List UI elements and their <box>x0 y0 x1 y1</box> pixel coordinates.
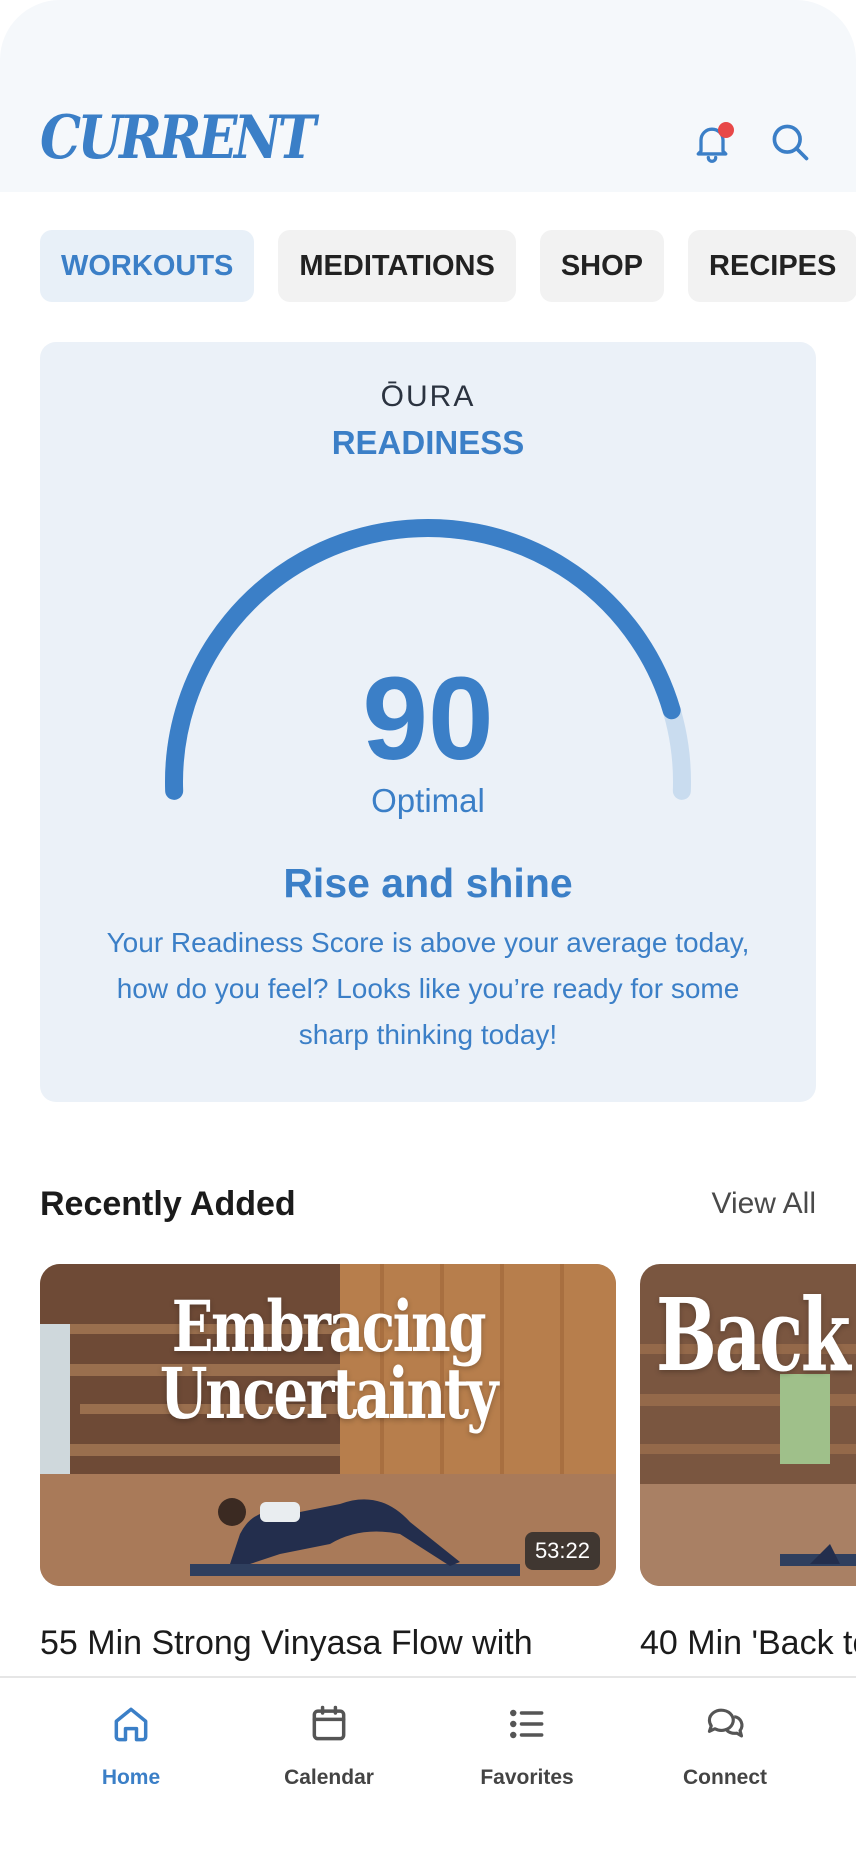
readiness-title: READINESS <box>331 424 525 461</box>
top-header: CURRENT <box>0 0 856 192</box>
home-icon <box>114 1707 148 1742</box>
nav-connect[interactable]: Connect <box>645 1702 805 1790</box>
recently-added-title: Recently Added <box>40 1185 296 1223</box>
app-logo[interactable]: CURRENT <box>40 108 316 168</box>
video-thumbnail[interactable]: Back <box>640 1264 856 1586</box>
readiness-description: Your Readiness Score is above your avera… <box>106 927 750 1050</box>
oura-brand: ŌURA <box>380 380 476 413</box>
chat-icon <box>707 1708 744 1738</box>
calendar-icon <box>312 1705 346 1741</box>
duration-badge: 53:22 <box>524 1532 600 1570</box>
category-tabs: WORKOUTS MEDITATIONS SHOP RECIPES <box>40 230 856 302</box>
video-title[interactable]: 55 Min Strong Vinyasa Flow with <box>40 1624 533 1663</box>
app-screen: CURRENT WORKOUTS MEDITATIONS SHOP RECIPE… <box>0 0 856 1852</box>
tab-recipes[interactable]: RECIPES <box>688 230 856 302</box>
notifications-button[interactable] <box>688 118 736 166</box>
thumbnail-title: Back <box>656 1276 851 1394</box>
notification-dot <box>718 122 734 138</box>
readiness-status: Optimal <box>371 782 485 819</box>
readiness-score: 90 <box>362 653 494 785</box>
video-thumbnail[interactable]: Embracing Uncertainty 53:22 <box>40 1264 616 1586</box>
nav-favorites[interactable]: Favorites <box>447 1702 607 1790</box>
list-icon <box>510 1709 544 1739</box>
readiness-heading: Rise and shine <box>283 860 573 906</box>
tab-meditations[interactable]: MEDITATIONS <box>278 230 516 302</box>
nav-home[interactable]: Home <box>51 1702 211 1790</box>
nav-calendar[interactable]: Calendar <box>249 1702 409 1790</box>
readiness-card[interactable]: ŌURA READINESS 90 Optimal Rise and shine… <box>40 342 816 1102</box>
view-all-link[interactable]: View All <box>700 1187 816 1221</box>
search-button[interactable] <box>766 118 814 166</box>
bottom-nav: Home Calendar Favorites Connect <box>0 1676 856 1852</box>
search-icon <box>772 124 809 161</box>
tab-workouts[interactable]: WORKOUTS <box>40 230 255 302</box>
thumbnail-title: Embracing Uncertainty <box>159 1285 499 1435</box>
video-title[interactable]: 40 Min 'Back to <box>640 1624 856 1663</box>
tab-shop[interactable]: SHOP <box>539 230 665 302</box>
